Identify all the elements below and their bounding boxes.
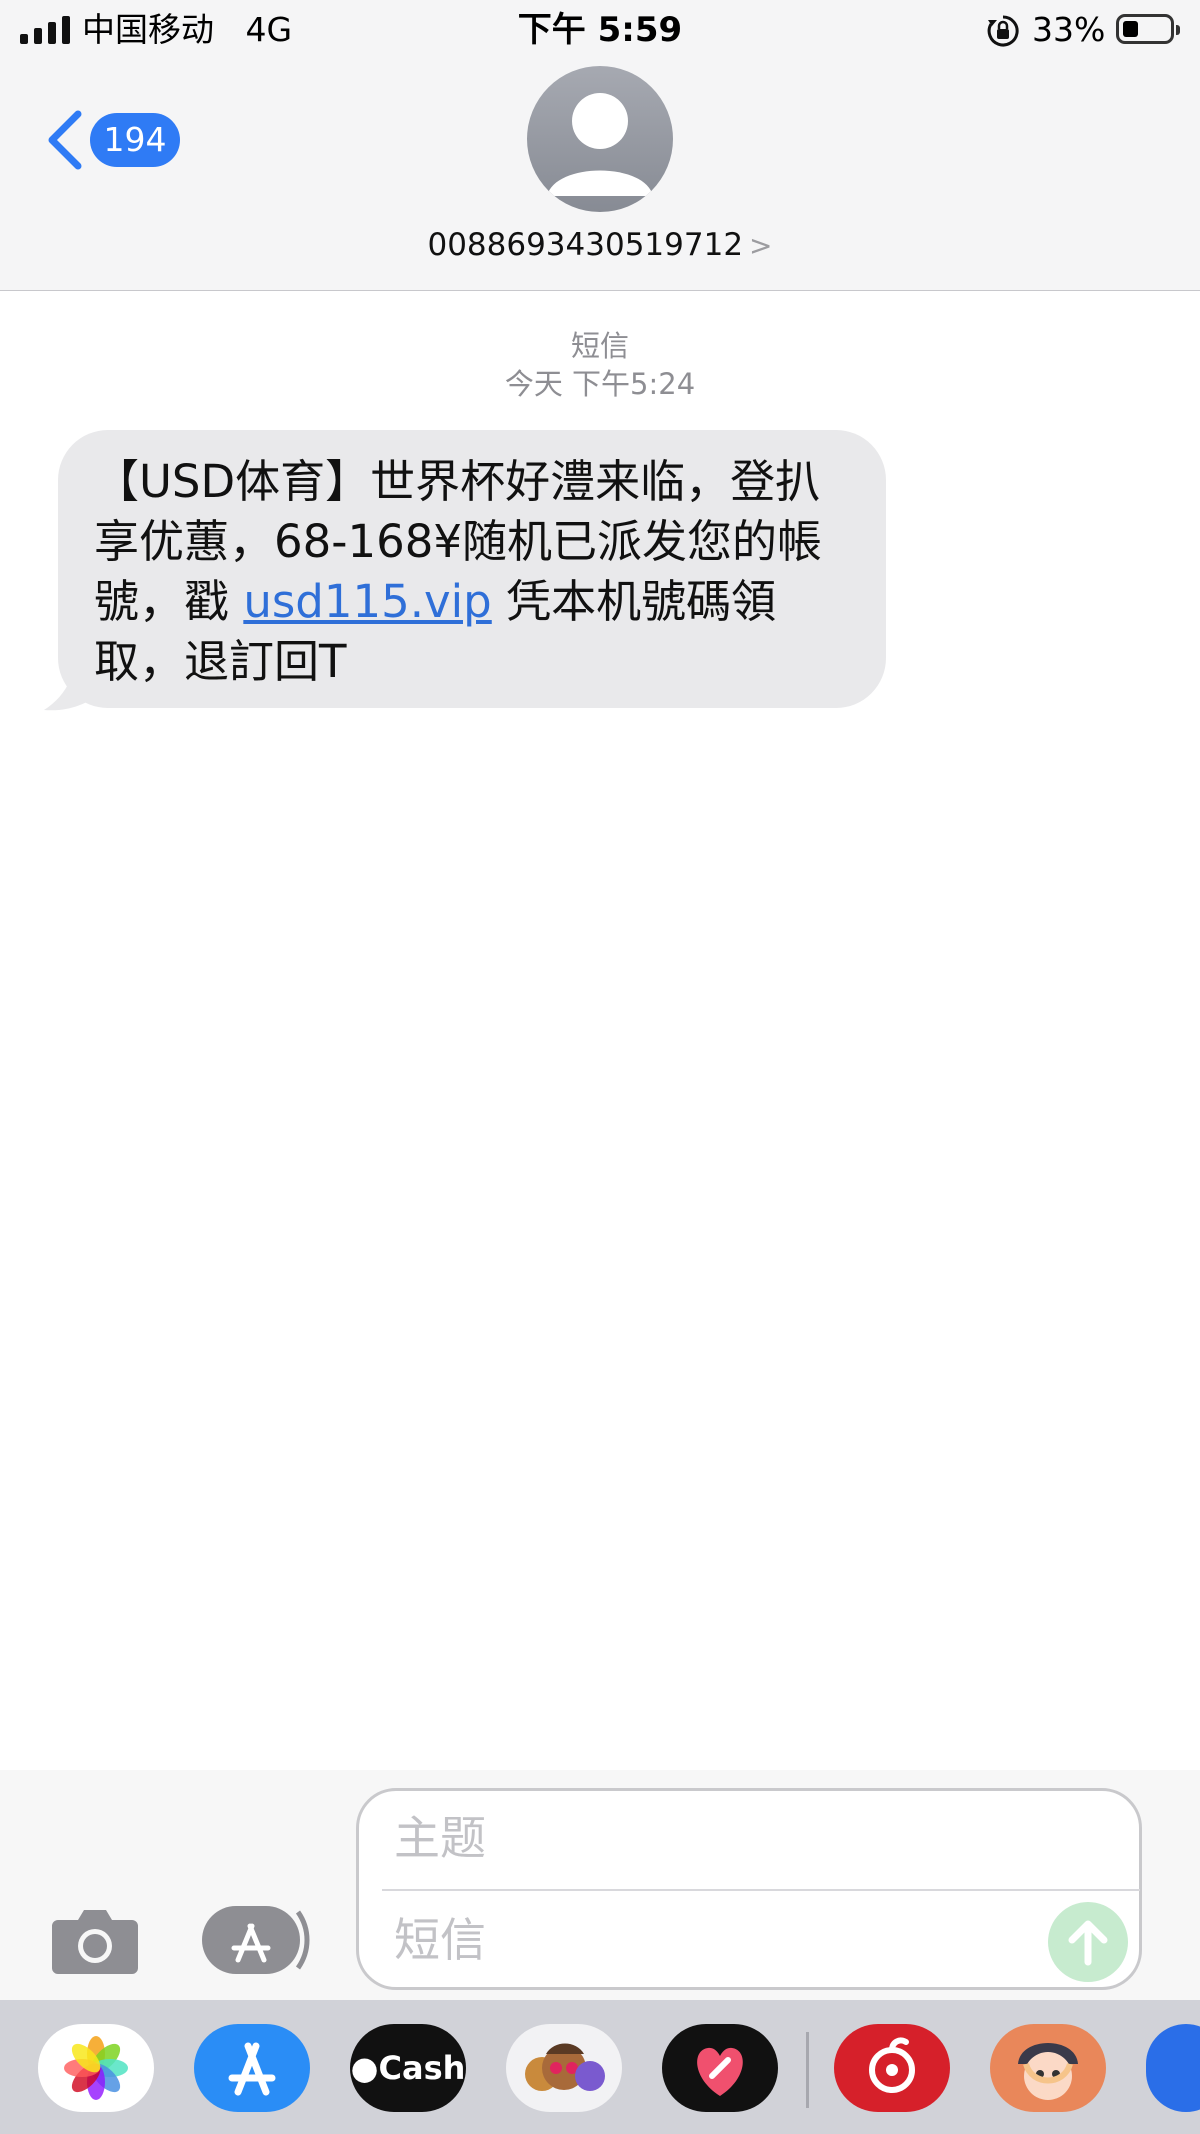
message-link[interactable]: usd115.vip xyxy=(243,575,491,628)
memoji-icon[interactable] xyxy=(506,2024,622,2112)
status-bar: 中国移动 4G 下午 5:59 33% xyxy=(0,0,1200,60)
status-time: 下午 5:59 xyxy=(517,10,683,50)
contact-avatar[interactable] xyxy=(527,66,673,212)
netease-music-icon[interactable] xyxy=(834,2024,950,2112)
rotation-lock-icon xyxy=(987,15,1019,47)
battery-icon xyxy=(1116,14,1180,44)
app-store-icon[interactable] xyxy=(194,2024,310,2112)
drawer-separator xyxy=(806,2032,809,2108)
battery-fill xyxy=(1123,21,1138,37)
battery-percent: 33% xyxy=(1032,10,1106,49)
subject-field[interactable]: 主题 xyxy=(394,1808,486,1868)
message-type-label: 短信 xyxy=(570,329,629,363)
message-timestamp: 今天 下午5:24 xyxy=(504,367,696,401)
app-store-button-icon[interactable] xyxy=(200,1904,310,1976)
arrow-up-icon xyxy=(1068,1920,1108,1966)
unread-count-badge[interactable]: 194 xyxy=(90,113,180,167)
chevron-right-icon: > xyxy=(749,229,773,262)
person-icon xyxy=(547,93,653,196)
apple-cash-icon[interactable]: ●Cash xyxy=(350,2024,466,2112)
photos-icon[interactable] xyxy=(38,2024,154,2112)
camera-icon[interactable] xyxy=(50,1906,140,1976)
contact-name[interactable]: 0088693430519712 > xyxy=(0,222,1200,269)
composer-divider xyxy=(382,1889,1140,1891)
apple-logo-icon: ● xyxy=(350,2049,379,2087)
anime-sticker-icon[interactable] xyxy=(990,2024,1106,2112)
message-bubble[interactable]: 【USD体育】世界杯好澧来临，登扒享优蕙，68-168¥随机已派发您的帳號，戳 … xyxy=(58,430,886,708)
send-button[interactable] xyxy=(1048,1902,1128,1982)
message-field[interactable]: 短信 xyxy=(394,1910,486,1970)
digital-touch-icon[interactable] xyxy=(662,2024,778,2112)
back-chevron-icon[interactable] xyxy=(40,108,88,172)
